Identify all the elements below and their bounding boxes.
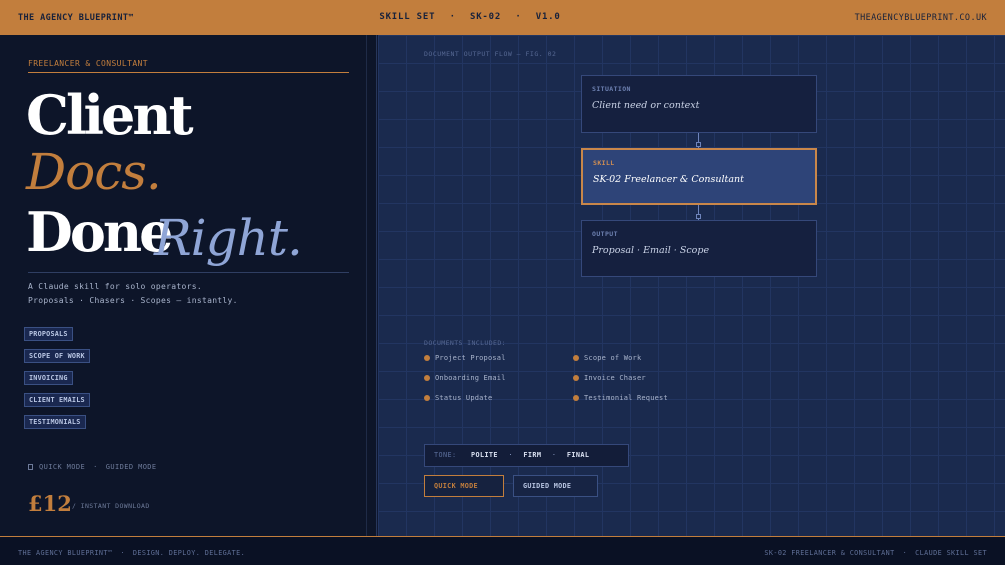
documents-caption: DOCUMENTS INCLUDED:: [424, 339, 506, 347]
top-bar: THE AGENCY BLUEPRINT™ SKILL SET · SK-02 …: [0, 0, 1005, 35]
price: £12: [28, 491, 72, 516]
divider: [28, 72, 349, 73]
document-label: Testimonial Request: [584, 394, 668, 402]
card-text: Proposal · Email · Scope: [592, 245, 710, 256]
card-text: SK-02 Freelancer & Consultant: [593, 174, 744, 185]
bullet-icon: [573, 395, 579, 401]
divider: [28, 272, 349, 273]
separator: ·: [120, 549, 125, 557]
description-line-2: Proposals · Chasers · Scopes — instantly…: [28, 296, 238, 305]
document-item: Scope of Work: [573, 354, 641, 362]
tone-option-firm[interactable]: FIRM: [523, 451, 541, 459]
separator: ·: [551, 451, 557, 459]
skill-code: SK-02: [470, 12, 502, 22]
quick-mode-button[interactable]: QUICK MODE: [424, 475, 504, 497]
guided-mode-button[interactable]: GUIDED MODE: [513, 475, 598, 497]
tone-label: TONE:: [434, 451, 457, 459]
version-label: V1.0: [535, 12, 561, 22]
tone-option-final[interactable]: FINAL: [567, 451, 589, 459]
mode-list: QUICK MODE · GUIDED MODE: [28, 463, 157, 471]
price-note: / INSTANT DOWNLOAD: [72, 502, 150, 510]
hero-panel: FREELANCER & CONSULTANT Client Docs. Don…: [0, 35, 377, 536]
skill-set-label: SKILL SET: [379, 12, 436, 22]
footer-tagline: DESIGN. DEPLOY. DELEGATE.: [132, 549, 246, 557]
connector-node-icon: [696, 214, 701, 219]
website-link[interactable]: THEAGENCYBLUEPRINT.CO.UK: [855, 13, 987, 23]
skill-card: SKILL SK-02 Freelancer & Consultant: [581, 148, 817, 205]
headline-line-3-italic: Right.: [154, 209, 303, 267]
tone-selector: TONE: POLITE · FIRM · FINAL: [424, 444, 629, 467]
footer-right: SK-02 FREELANCER & CONSULTANT · CLAUDE SKI…: [764, 549, 987, 557]
document-label: Invoice Chaser: [584, 374, 646, 382]
card-text: Client need or context: [592, 100, 700, 111]
situation-card: SITUATION Client need or context: [581, 75, 817, 133]
document-item: Testimonial Request: [573, 394, 668, 402]
document-label: Project Proposal: [435, 354, 506, 362]
separator: ·: [449, 12, 456, 22]
bullet-icon: [573, 375, 579, 381]
eyebrow-label: FREELANCER & CONSULTANT: [28, 59, 148, 68]
tag-proposals[interactable]: PROPOSALS: [24, 327, 73, 341]
headline-line-1: Client: [26, 83, 194, 147]
document-item: Status Update: [424, 394, 492, 402]
skill-set-id: SKILL SET · SK-02 · V1.0: [0, 12, 940, 22]
bullet-icon: [424, 375, 430, 381]
checkbox-icon[interactable]: [28, 464, 33, 470]
guided-mode-label: GUIDED MODE: [105, 463, 157, 471]
flow-caption: DOCUMENT OUTPUT FLOW — FIG. 02: [424, 50, 557, 58]
tag-testimonials[interactable]: TESTIMONIALS: [24, 415, 86, 429]
description-line-1: A Claude skill for solo operators.: [28, 282, 202, 291]
tag-invoicing[interactable]: INVOICING: [24, 371, 73, 385]
footer-skill: SK-02 FREELANCER & CONSULTANT: [764, 549, 895, 557]
flow-panel: DOCUMENT OUTPUT FLOW — FIG. 02 SITUATION…: [378, 35, 1005, 536]
footer-brand: THE AGENCY BLUEPRINT™: [18, 549, 113, 557]
footer-set: CLAUDE SKILL SET: [915, 549, 987, 557]
headline-line-2: Docs.: [26, 143, 162, 201]
card-label: SKILL: [593, 159, 615, 167]
tag-client-emails[interactable]: CLIENT EMAILS: [24, 393, 90, 407]
bullet-icon: [424, 355, 430, 361]
quick-mode-label: QUICK MODE: [39, 463, 86, 471]
document-label: Onboarding Email: [435, 374, 506, 382]
document-label: Scope of Work: [584, 354, 642, 362]
document-item: Invoice Chaser: [573, 374, 646, 382]
connector-node-icon: [696, 142, 701, 147]
separator: ·: [93, 463, 98, 471]
document-label: Status Update: [435, 394, 493, 402]
headline-line-3: Done: [26, 200, 173, 264]
document-item: Project Proposal: [424, 354, 506, 362]
separator: ·: [508, 451, 513, 459]
footer: THE AGENCY BLUEPRINT™ · DESIGN. DEPLOY. DE…: [0, 536, 1005, 565]
footer-left: THE AGENCY BLUEPRINT™ · DESIGN. DEPLOY. DE…: [18, 549, 245, 557]
card-label: SITUATION: [592, 85, 631, 93]
card-label: OUTPUT: [592, 230, 618, 238]
tag-scope-of-work[interactable]: SCOPE OF WORK: [24, 349, 90, 363]
tone-option-polite[interactable]: POLITE: [471, 451, 498, 459]
document-item: Onboarding Email: [424, 374, 506, 382]
separator: ·: [902, 549, 908, 557]
separator: ·: [515, 12, 522, 22]
output-card: OUTPUT Proposal · Email · Scope: [581, 220, 817, 277]
bullet-icon: [424, 395, 430, 401]
bullet-icon: [573, 355, 579, 361]
divider: [366, 35, 367, 536]
